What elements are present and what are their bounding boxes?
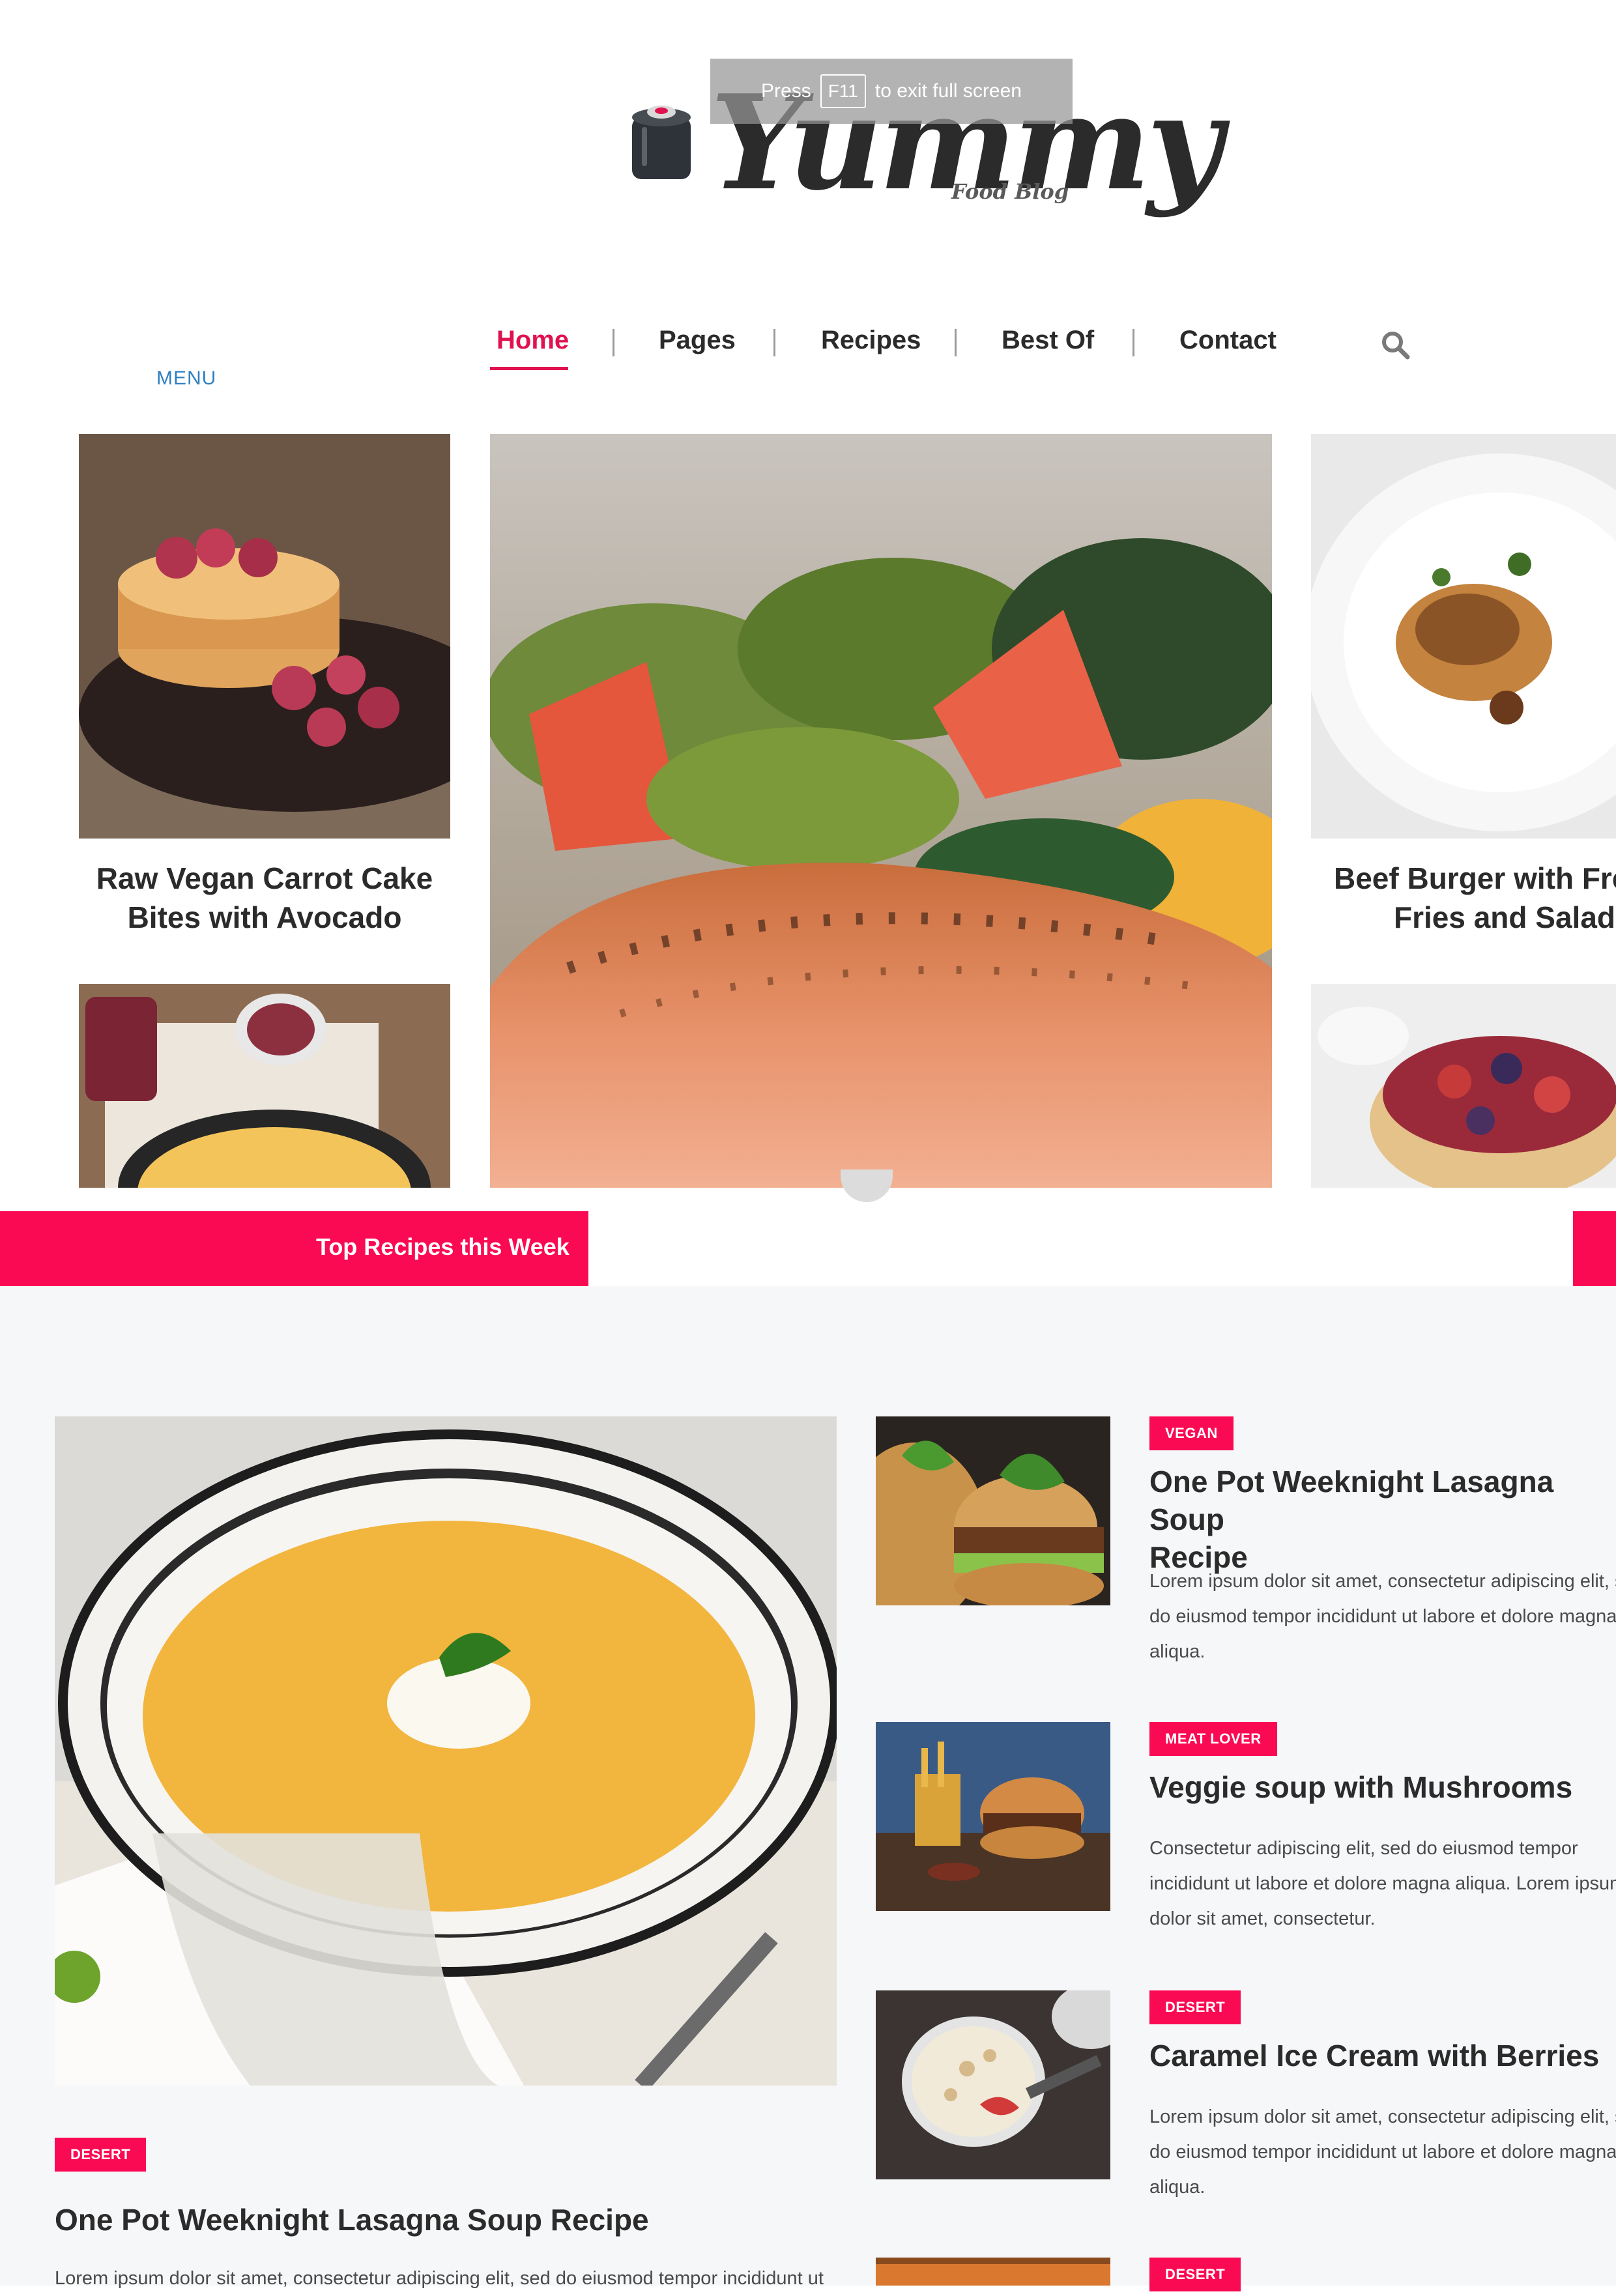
featured-recipe-image[interactable] (55, 1416, 837, 2086)
cooking-pot-icon (632, 106, 691, 179)
slide-title-carrot-cake[interactable]: Raw Vegan Carrot Cake Bites with Avocado (79, 859, 450, 937)
nav-divider (613, 329, 614, 356)
featured-recipe-title[interactable]: One Pot Weeknight Lasagna Soup Recipe (55, 2201, 649, 2239)
nav-active-underline (490, 367, 568, 370)
ice-cream-photo (876, 1990, 1110, 2179)
mobile-menu-link[interactable]: MENU (156, 367, 216, 390)
jam-photo (79, 984, 450, 1188)
nav-divider (955, 329, 957, 356)
plated-dish-photo (1311, 434, 1616, 839)
recipe-desc-line: do eiusmod tempor incididunt ut labore e… (1149, 1606, 1616, 1627)
fullscreen-hint-key: F11 (820, 74, 866, 108)
category-badge[interactable]: DESERT (1149, 2258, 1241, 2291)
recipe-title-line: One Pot Weeknight Lasagna Soup (1149, 1465, 1554, 1536)
burger-photo (876, 1416, 1110, 1605)
fullscreen-hint-suffix: to exit full screen (874, 80, 1022, 102)
recipe-title[interactable]: Veggie soup with Mushrooms (1149, 1768, 1572, 1806)
slide-image-plated-dish[interactable] (1311, 434, 1616, 839)
recipe-desc-line: incididunt ut labore et dolore magna ali… (1149, 1873, 1616, 1894)
nav-divider (773, 329, 775, 356)
search-icon[interactable] (1380, 330, 1410, 360)
recipe-thumb-ice-cream[interactable] (876, 1990, 1110, 2179)
recipe-desc: Lorem ipsum dolor sit amet, consectetur … (1149, 2099, 1616, 2205)
recipe-thumb-burger[interactable] (876, 1416, 1110, 1605)
recipe-thumb-partial[interactable] (876, 2258, 1110, 2286)
fries-burger-photo (876, 1722, 1110, 1911)
slider-pagination-dot[interactable] (841, 1170, 893, 1202)
recipe-title[interactable]: One Pot Weeknight Lasagna Soup Recipe (1149, 1463, 1616, 1576)
nav-item-recipes[interactable]: Recipes (821, 326, 921, 355)
featured-recipe-desc: Lorem ipsum dolor sit amet, consectetur … (55, 2268, 824, 2289)
nav-item-pages[interactable]: Pages (659, 326, 736, 355)
recipe-desc-line: dolor sit amet, consectetur. (1149, 1908, 1376, 1929)
slide-image-pancakes[interactable] (79, 434, 450, 839)
nav-item-contact[interactable]: Contact (1179, 326, 1277, 355)
recipe-thumb-fries-burger[interactable] (876, 1722, 1110, 1911)
recipe-desc: Lorem ipsum dolor sit amet, consectetur … (1149, 1564, 1616, 1669)
recipe-desc-line: Lorem ipsum dolor sit amet, consectetur … (1149, 1571, 1616, 1592)
recipe-desc-line: aliqua. (1149, 1641, 1205, 1662)
recipe-desc-line: do eiusmod tempor incididunt ut labore e… (1149, 2142, 1616, 2162)
slide-image-berry-cake[interactable] (1311, 984, 1616, 1188)
nav-divider (1133, 329, 1134, 356)
logo-subtitle: Food Blog (951, 179, 1069, 204)
category-badge[interactable]: DESERT (1149, 1990, 1241, 2024)
berry-cake-photo (1311, 984, 1616, 1188)
slide-title-line: Bites with Avocado (127, 900, 402, 934)
salmon-photo (490, 434, 1272, 1188)
slide-title-beef-burger[interactable]: Beef Burger with French Fries and Salad (1311, 859, 1616, 937)
slide-title-line: Raw Vegan Carrot Cake (96, 861, 433, 895)
category-badge[interactable]: DESERT (55, 2138, 147, 2172)
recipe-desc-line: Consectetur adipiscing elit, sed do eius… (1149, 1838, 1578, 1859)
nav-item-best-of[interactable]: Best Of (1002, 326, 1094, 355)
recipe-desc: Consectetur adipiscing elit, sed do eius… (1149, 1831, 1616, 1936)
soup-photo (55, 1416, 837, 2086)
nav-item-home[interactable]: Home (497, 326, 569, 355)
recipe-desc-line: Lorem ipsum dolor sit amet, consectetur … (1149, 2106, 1616, 2127)
category-badge[interactable]: MEAT LOVER (1149, 1722, 1277, 1756)
ticker-next-button[interactable] (1573, 1211, 1616, 1286)
fullscreen-hint-prefix: Press (761, 80, 811, 102)
slide-title-line: Fries and Salad (1394, 900, 1616, 934)
slide-image-salmon[interactable] (490, 434, 1272, 1188)
pancakes-photo (79, 434, 450, 839)
top-recipes-heading: Top Recipes this Week (316, 1233, 570, 1260)
slide-title-line: Beef Burger with French (1334, 861, 1616, 895)
recipe-desc-line: aliqua. (1149, 2177, 1205, 2198)
slide-image-jam[interactable] (79, 984, 450, 1188)
recipe-title[interactable]: Caramel Ice Cream with Berries (1149, 2037, 1599, 2074)
category-badge[interactable]: VEGAN (1149, 1416, 1234, 1450)
partial-photo (876, 2258, 1110, 2286)
fullscreen-hint: Press F11 to exit full screen (710, 59, 1073, 124)
